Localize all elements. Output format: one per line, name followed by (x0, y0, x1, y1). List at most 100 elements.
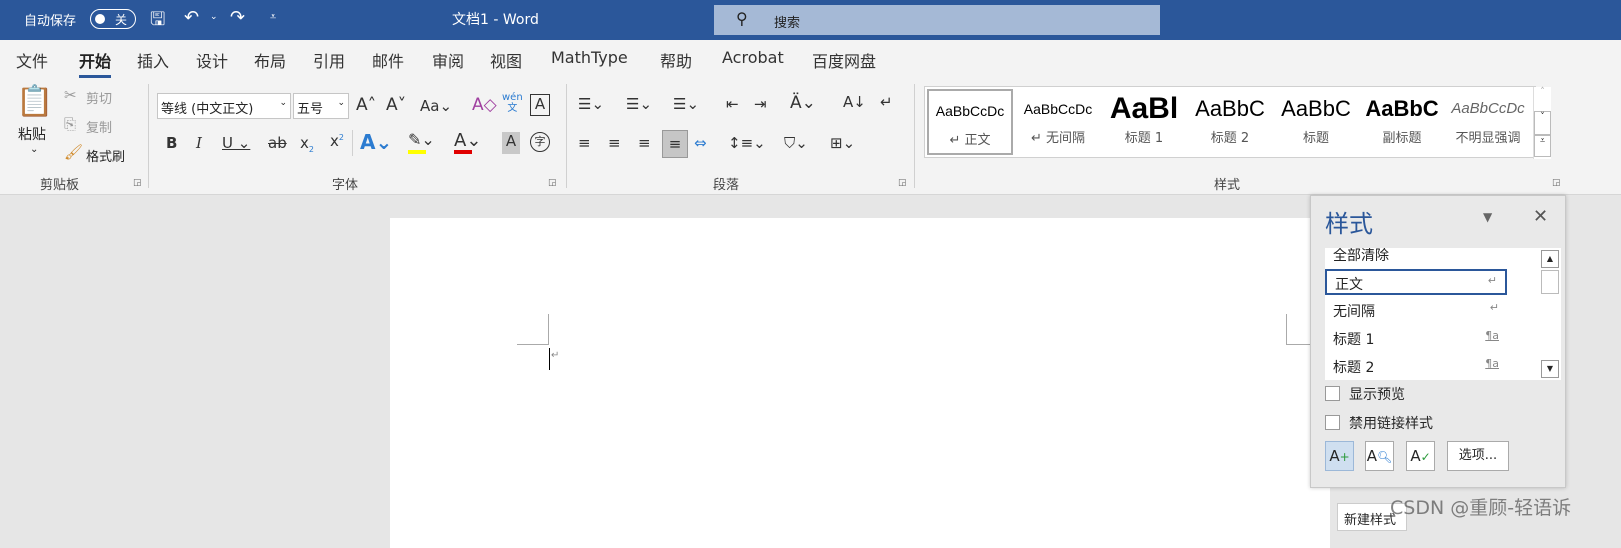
undo-icon[interactable]: ↶ (184, 7, 199, 28)
cut-icon[interactable]: ✂ (64, 86, 77, 104)
tab-review[interactable]: 审阅 (432, 48, 464, 72)
paragraph-mark-icon: ↵ (551, 350, 560, 361)
pane-options-dropdown-icon[interactable]: ▼ (1483, 210, 1492, 224)
tab-references[interactable]: 引用 (313, 48, 345, 72)
redo-icon[interactable]: ↷ (230, 7, 245, 28)
numbering-icon[interactable]: ☰⌄ (626, 95, 652, 113)
italic-icon[interactable]: I (196, 134, 202, 152)
increase-indent-icon[interactable]: ⇥ (754, 95, 767, 113)
style-list-item-no-spacing[interactable]: 无间隔 ↵ (1325, 298, 1507, 324)
underline-icon[interactable]: U ⌄ (222, 134, 250, 152)
tab-file[interactable]: 文件 (16, 48, 48, 72)
justify-icon[interactable]: ≡ (662, 130, 688, 158)
strikethrough-icon[interactable]: ab (268, 134, 287, 152)
customize-toolbar-icon[interactable]: ⩡ (270, 10, 276, 24)
options-button[interactable]: 选项... (1447, 441, 1509, 471)
font-color-icon[interactable]: A⌄ (454, 130, 481, 151)
clear-formatting-icon[interactable]: A◇ (472, 95, 497, 115)
style-subtitle[interactable]: AaBbC 副标题 (1359, 89, 1445, 155)
scroll-thumb[interactable] (1541, 270, 1559, 294)
font-name-combo[interactable]: 等线 (中文正文) ⌄ (157, 93, 291, 119)
tab-baidu[interactable]: 百度网盘 (812, 48, 876, 72)
style-inspector-button[interactable]: A🔍︎ (1365, 441, 1394, 471)
tab-mathtype[interactable]: MathType (551, 48, 628, 67)
copy-button[interactable]: 复制 (86, 117, 112, 136)
style-title[interactable]: AaBbC 标题 (1273, 89, 1359, 155)
shading-icon[interactable]: ⛉⌄ (784, 134, 808, 152)
bold-icon[interactable]: B (166, 134, 177, 152)
gallery-scrollbar[interactable]: ˄ ˅ ⩡ (1533, 87, 1551, 159)
tab-layout[interactable]: 布局 (254, 48, 286, 72)
tab-design[interactable]: 设计 (196, 48, 228, 72)
style-heading-1[interactable]: AaBl 标题 1 (1101, 89, 1187, 155)
subscript-icon[interactable]: x2 (300, 134, 314, 154)
paragraph-launcher-icon[interactable]: ◲ (898, 178, 907, 188)
shrink-font-icon[interactable]: A˅ (386, 95, 406, 115)
clipboard-launcher-icon[interactable]: ◲ (133, 178, 142, 188)
style-list-item-heading-1[interactable]: 标题 1 ¶a (1325, 326, 1507, 352)
phonetic-guide-icon[interactable]: wén 文 (502, 92, 523, 114)
borders-icon[interactable]: ⊞⌄ (830, 134, 855, 152)
style-list-item-clear-all[interactable]: 全部清除 (1325, 248, 1507, 268)
style-normal[interactable]: AaBbCcDc ↵ 正文 (927, 89, 1013, 155)
cut-button[interactable]: 剪切 (86, 88, 112, 107)
decrease-indent-icon[interactable]: ⇤ (726, 95, 739, 113)
enclose-characters-icon[interactable]: 字 (530, 132, 550, 152)
tab-help[interactable]: 帮助 (660, 48, 692, 72)
style-list-item-normal[interactable]: 正文 ↵ (1325, 269, 1507, 295)
font-size-combo[interactable]: 五号 ⌄ (293, 93, 349, 119)
format-painter-button[interactable]: 格式刷 (86, 146, 125, 165)
style-list-item-heading-2[interactable]: 标题 2 ¶a (1325, 354, 1507, 380)
distributed-icon[interactable]: ⇔ (694, 134, 707, 152)
grow-font-icon[interactable]: A˄ (356, 95, 376, 115)
close-icon[interactable]: ✕ (1533, 206, 1548, 227)
tab-acrobat[interactable]: Acrobat (722, 48, 784, 67)
tab-insert[interactable]: 插入 (137, 48, 169, 72)
change-case-icon[interactable]: Aa⌄ (420, 97, 452, 115)
search-box[interactable]: ⚲ 搜索 (714, 5, 1160, 35)
undo-dropdown-icon[interactable]: ⌄ (210, 12, 218, 22)
style-preview: AaBbCcDc (935, 103, 1005, 119)
paste-button[interactable]: 粘贴 (18, 124, 46, 144)
style-no-spacing[interactable]: AaBbCcDc ↵ 无间隔 (1015, 89, 1101, 155)
highlight-icon[interactable]: ✎⌄ (408, 130, 435, 149)
format-painter-icon[interactable]: 🖌 (64, 143, 83, 161)
document-page[interactable]: ↵ (390, 218, 1330, 548)
character-border-icon[interactable]: A (530, 94, 550, 116)
align-right-icon[interactable]: ≡ (638, 134, 651, 152)
styles-list-scrollbar[interactable]: ▲ ▼ (1541, 250, 1559, 378)
new-style-button[interactable]: A+ (1325, 441, 1354, 471)
gallery-scroll-up-icon[interactable]: ˄ (1534, 87, 1551, 111)
show-preview-checkbox[interactable] (1325, 386, 1340, 401)
manage-styles-button[interactable]: A✓ (1406, 441, 1435, 471)
gallery-scroll-down-icon[interactable]: ˅ (1534, 111, 1551, 135)
autosave-toggle[interactable]: 关 (90, 9, 136, 29)
sort-icon[interactable]: A↓ (843, 93, 866, 111)
style-subtle-emphasis[interactable]: AaBbCcDc 不明显强调 (1445, 89, 1531, 155)
font-launcher-icon[interactable]: ◲ (548, 178, 557, 188)
tab-mailings[interactable]: 邮件 (372, 48, 404, 72)
paste-icon[interactable]: 📋 (16, 84, 53, 119)
disable-linked-styles-checkbox[interactable] (1325, 415, 1340, 430)
multilevel-list-icon[interactable]: ☰⌄ (673, 95, 699, 113)
scroll-up-icon[interactable]: ▲ (1541, 250, 1559, 268)
align-center-icon[interactable]: ≡ (608, 134, 621, 152)
tab-home[interactable]: 开始 (79, 48, 112, 78)
styles-launcher-icon[interactable]: ◲ (1552, 178, 1561, 188)
copy-icon[interactable]: ⎘ (64, 115, 76, 133)
gallery-more-icon[interactable]: ⩡ (1534, 135, 1551, 157)
save-icon[interactable]: 🖫 (150, 7, 165, 37)
scroll-down-icon[interactable]: ▼ (1541, 360, 1559, 378)
bullets-icon[interactable]: ☰⌄ (578, 95, 604, 113)
align-left-icon[interactable]: ≡ (578, 134, 591, 152)
paste-dropdown-icon[interactable]: ⌄ (30, 144, 38, 155)
new-style-icon: A+ (1329, 447, 1350, 465)
tab-view[interactable]: 视图 (490, 48, 522, 72)
line-spacing-icon[interactable]: ↕≡⌄ (728, 134, 766, 152)
text-direction-icon[interactable]: Ä⌄ (790, 93, 816, 113)
character-shading-icon[interactable]: A (502, 132, 520, 154)
show-marks-icon[interactable]: ↵ (880, 93, 893, 111)
text-effects-icon[interactable]: A⌄ (360, 130, 392, 154)
style-heading-2[interactable]: AaBbC 标题 2 (1187, 89, 1273, 155)
superscript-icon[interactable]: x2 (330, 132, 344, 150)
